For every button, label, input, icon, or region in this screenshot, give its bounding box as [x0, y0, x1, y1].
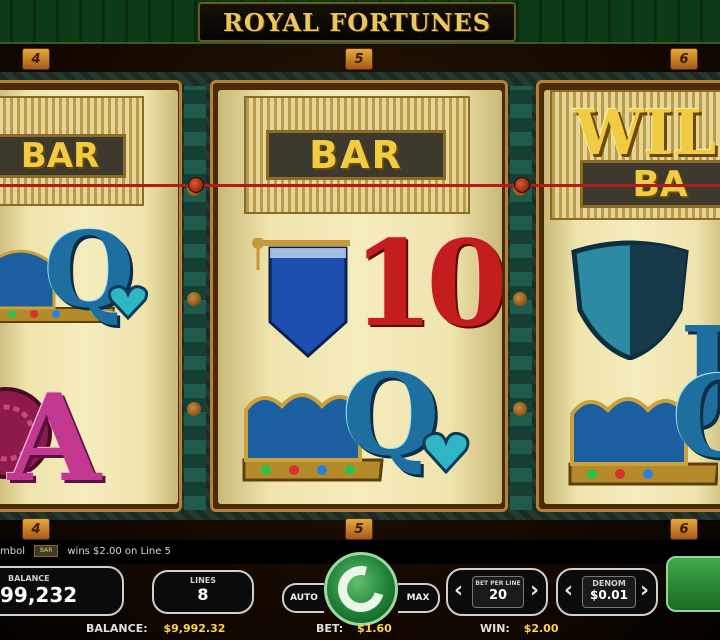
bet-per-line-control: ‹ BET PER LINE 20 ›	[446, 568, 548, 616]
line-marker-top-5: 5	[345, 48, 373, 70]
footer-balance: BALANCE: $9,992.32	[86, 622, 225, 635]
max-button[interactable]: MAX	[398, 583, 440, 613]
play-button[interactable]	[666, 556, 720, 612]
bet-decrease-icon[interactable]: ‹	[454, 578, 463, 603]
denom-value: $0.01	[590, 588, 628, 602]
denom-label: DENOM	[592, 579, 626, 588]
reel-divider-2	[510, 86, 532, 510]
payline-marker-right	[514, 177, 530, 193]
footer-bet: BET: $1.60	[316, 622, 392, 635]
bet-per-line-box: BET PER LINE 20	[472, 576, 524, 608]
denom-control: ‹ DENOM $0.01 ›	[556, 568, 658, 616]
balance-label: BALANCE	[8, 574, 50, 583]
heart-gem-icon-middle	[422, 431, 470, 474]
wild-text: WIL	[574, 96, 717, 169]
reel-left: BAR Q A	[0, 90, 178, 504]
line-marker-bottom-4: 4	[22, 518, 50, 540]
bar-swatch-icon: BAR	[34, 545, 59, 557]
reel-right: WIL BA J Q	[544, 90, 720, 504]
title-plate: ROYAL FORTUNES	[198, 2, 516, 42]
bet-per-line-value: 20	[488, 588, 508, 603]
win-message: mbol BAR wins $2.00 on Line 5	[0, 545, 171, 557]
auto-button[interactable]: AUTO	[282, 583, 324, 613]
reel-middle: BAR 10 Q	[218, 90, 502, 504]
balance-value: 99,232	[0, 583, 78, 607]
heart-gem-icon	[108, 285, 148, 320]
spin-button[interactable]	[324, 552, 398, 626]
bet-per-line-label: BET PER LINE	[475, 580, 521, 587]
spin-arrow-icon	[329, 557, 393, 621]
line-marker-top-4: 4	[22, 48, 50, 70]
lines-control[interactable]: LINES 8	[152, 570, 254, 614]
footer-win-label: WIN:	[480, 622, 510, 635]
bar-symbol-middle: BAR	[266, 130, 446, 180]
footer-bet-label: BET:	[316, 622, 344, 635]
symbol-a-left: A	[8, 368, 102, 504]
slot-game-screen: ROYAL FORTUNES 4 5 6 BAR Q A BAR 10 Q WI…	[0, 0, 720, 640]
bar-symbol-left: BAR	[0, 134, 126, 178]
line-marker-top-6: 6	[670, 48, 698, 70]
line-marker-bottom-5: 5	[345, 518, 373, 540]
payline-5	[0, 184, 720, 187]
balance-display: BALANCE 99,232	[0, 566, 124, 616]
footer-balance-label: BALANCE:	[86, 622, 148, 635]
symbol-ten-middle: 10	[352, 214, 502, 353]
footer-bet-value: $1.60	[357, 622, 392, 635]
symbol-label: mbol	[0, 546, 25, 557]
shield-icon	[571, 240, 689, 360]
footer-win: WIN: $2.00	[480, 622, 558, 635]
denom-box: DENOM $0.01	[582, 576, 636, 608]
win-text: wins $2.00 on Line 5	[67, 546, 171, 557]
reel-divider-1	[184, 86, 206, 510]
denom-increase-icon[interactable]: ›	[640, 578, 649, 603]
game-title: ROYAL FORTUNES	[222, 7, 492, 37]
footer-win-value: $2.00	[523, 622, 559, 635]
payline-marker-left	[188, 177, 204, 193]
denom-decrease-icon[interactable]: ‹	[564, 578, 573, 603]
footer-balance-value: $9,992.32	[163, 622, 226, 635]
lines-value: 8	[197, 585, 209, 604]
bet-increase-icon[interactable]: ›	[530, 578, 539, 603]
line-marker-bottom-6: 6	[670, 518, 698, 540]
lines-label: LINES	[190, 576, 216, 585]
symbol-q-right: Q	[672, 352, 720, 483]
banner-flag-icon	[252, 238, 350, 359]
